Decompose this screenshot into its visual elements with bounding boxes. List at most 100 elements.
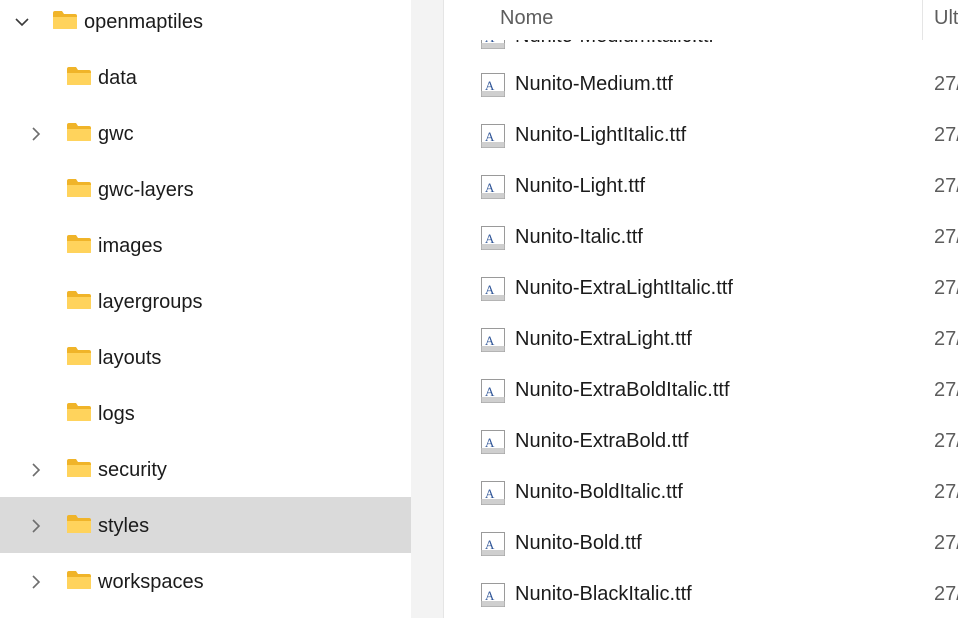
font-file-icon: A xyxy=(480,123,506,149)
file-name: Nunito-ExtraBold.ttf xyxy=(515,430,689,452)
folder-icon xyxy=(66,290,92,310)
column-header-name[interactable]: Nome xyxy=(500,7,553,30)
column-header-date[interactable]: Ult xyxy=(934,7,958,30)
font-file-icon: A xyxy=(480,480,506,506)
svg-text:A: A xyxy=(485,282,495,297)
navigation-pane: openmaptiles data gwc gwc-layers images xyxy=(0,0,411,618)
tree-item-data[interactable]: data xyxy=(0,50,411,106)
tree-item-label: openmaptiles xyxy=(84,11,203,33)
list-item[interactable]: A Nunito-Bold.ttf 27/ xyxy=(444,519,958,570)
file-name: Nunito-BlackItalic.ttf xyxy=(515,583,692,605)
tree-item-label: layouts xyxy=(98,347,162,369)
list-item[interactable]: A Nunito-BlackItalic.ttf 27/ xyxy=(444,570,958,618)
file-name: Nunito-LightItalic.ttf xyxy=(515,124,687,146)
file-name: Nunito-Bold.ttf xyxy=(515,532,642,554)
file-name: Nunito-Medium.ttf xyxy=(515,73,673,95)
list-item[interactable]: A Nunito-ExtraBoldItalic.ttf 27/ xyxy=(444,366,958,417)
chevron-right-icon[interactable] xyxy=(28,518,44,534)
chevron-right-icon[interactable] xyxy=(28,126,44,142)
file-date: 27/ xyxy=(934,379,958,401)
file-date: 27/ xyxy=(934,73,958,95)
file-date: 27/ xyxy=(934,430,958,452)
svg-text:A: A xyxy=(485,129,495,144)
font-file-icon: A xyxy=(480,276,506,302)
tree-item-logs[interactable]: logs xyxy=(0,386,411,442)
tree-item-layergroups[interactable]: layergroups xyxy=(0,274,411,330)
file-date: 27/ xyxy=(934,532,958,554)
folder-icon xyxy=(66,458,92,478)
folder-icon xyxy=(66,402,92,422)
tree-item-label: images xyxy=(98,235,163,257)
svg-text:A: A xyxy=(485,333,495,348)
list-item[interactable]: A Nunito-ExtraBold.ttf 27/ xyxy=(444,417,958,468)
list-item[interactable]: A Nunito-ExtraLight.ttf 27/ xyxy=(444,315,958,366)
font-file-icon: A xyxy=(480,429,506,455)
tree-item-label: workspaces xyxy=(98,571,204,593)
folder-icon xyxy=(66,570,92,590)
font-file-icon: A xyxy=(480,531,506,557)
file-date: 27/ xyxy=(934,175,958,197)
font-file-icon: A xyxy=(480,225,506,251)
tree-item-security[interactable]: security xyxy=(0,442,411,498)
file-name: Nunito-ExtraLight.ttf xyxy=(515,328,692,350)
svg-text:A: A xyxy=(485,231,495,246)
list-item[interactable]: A Nunito-Medium.ttf 27/ xyxy=(444,60,958,111)
file-name: Nunito-ExtraBoldItalic.ttf xyxy=(515,379,730,401)
svg-text:A: A xyxy=(485,435,495,450)
file-date: 27/ xyxy=(934,481,958,503)
tree-item-label: gwc-layers xyxy=(98,179,194,201)
svg-text:A: A xyxy=(485,537,495,552)
chevron-down-icon[interactable] xyxy=(14,14,30,30)
folder-icon xyxy=(66,122,92,142)
file-date: 27/ xyxy=(934,226,958,248)
tree-item-label: gwc xyxy=(98,123,134,145)
tree-item-openmaptiles[interactable]: openmaptiles xyxy=(0,0,411,50)
column-header-bar: Nome Ult xyxy=(444,0,958,40)
folder-icon xyxy=(66,514,92,534)
tree-item-label: security xyxy=(98,459,167,481)
svg-text:A: A xyxy=(485,486,495,501)
list-item[interactable]: A Nunito-ExtraLightItalic.ttf 27/ xyxy=(444,264,958,315)
folder-icon xyxy=(66,178,92,198)
file-list-pane: A Nunito-MediumItalic.ttf Nome Ult A Nun… xyxy=(444,0,958,618)
svg-text:A: A xyxy=(485,384,495,399)
svg-text:A: A xyxy=(485,78,495,93)
svg-text:A: A xyxy=(485,180,495,195)
folder-icon xyxy=(52,10,78,30)
font-file-icon: A xyxy=(480,174,506,200)
list-item[interactable]: A Nunito-Italic.ttf 27/ xyxy=(444,213,958,264)
list-item[interactable]: A Nunito-LightItalic.ttf 27/ xyxy=(444,111,958,162)
tree-item-styles[interactable]: styles xyxy=(0,497,411,553)
tree-item-label: styles xyxy=(98,515,150,537)
folder-icon xyxy=(66,234,92,254)
list-item[interactable]: A Nunito-BoldItalic.ttf 27/ xyxy=(444,468,958,519)
file-date: 27/ xyxy=(934,583,958,605)
file-name: Nunito-Italic.ttf xyxy=(515,226,643,248)
font-file-icon: A xyxy=(480,327,506,353)
folder-icon xyxy=(66,66,92,86)
list-item[interactable]: A Nunito-Light.ttf 27/ xyxy=(444,162,958,213)
font-file-icon: A xyxy=(480,582,506,608)
font-file-icon: A xyxy=(480,378,506,404)
tree-item-label: layergroups xyxy=(98,291,203,313)
pane-splitter[interactable] xyxy=(411,0,443,618)
file-date: 27/ xyxy=(934,277,958,299)
tree-item-label: logs xyxy=(98,403,135,425)
font-file-icon: A xyxy=(480,72,506,98)
file-name: Nunito-ExtraLightItalic.ttf xyxy=(515,277,733,299)
tree-item-label: data xyxy=(98,67,137,89)
file-name: Nunito-BoldItalic.ttf xyxy=(515,481,683,503)
chevron-right-icon[interactable] xyxy=(28,574,44,590)
chevron-right-icon[interactable] xyxy=(28,462,44,478)
svg-text:A: A xyxy=(485,588,495,603)
tree-item-gwc[interactable]: gwc xyxy=(0,106,411,162)
file-name: Nunito-Light.ttf xyxy=(515,175,646,197)
tree-item-images[interactable]: images xyxy=(0,218,411,274)
file-date: 27/ xyxy=(934,328,958,350)
column-divider[interactable] xyxy=(922,0,923,40)
tree-item-workspaces[interactable]: workspaces xyxy=(0,554,411,610)
tree-item-layouts[interactable]: layouts xyxy=(0,330,411,386)
file-date: 27/ xyxy=(934,124,958,146)
folder-icon xyxy=(66,346,92,366)
tree-item-gwc-layers[interactable]: gwc-layers xyxy=(0,162,411,218)
